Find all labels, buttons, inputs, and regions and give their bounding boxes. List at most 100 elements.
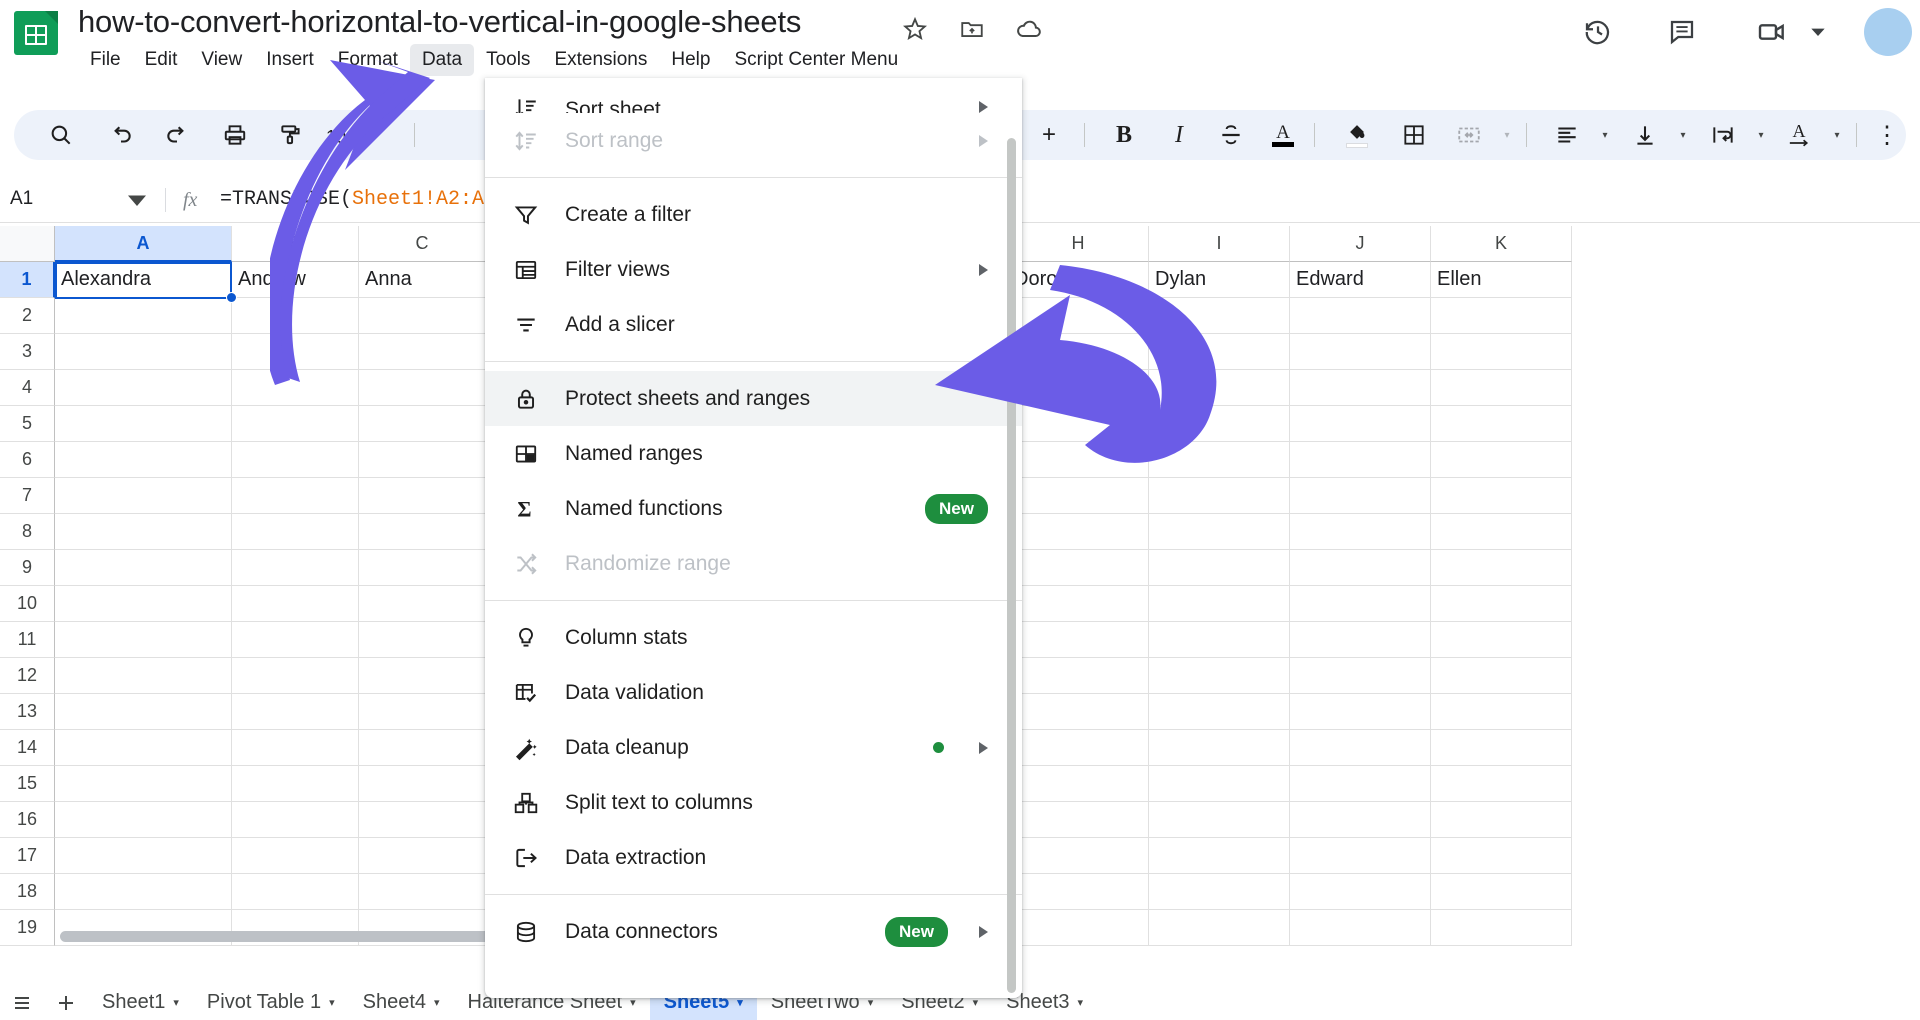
cell-K2[interactable] [1431,298,1572,334]
cell-H7[interactable] [1008,478,1149,514]
cell-J15[interactable] [1290,766,1431,802]
cell-J17[interactable] [1290,838,1431,874]
more-options-icon[interactable]: ⋮ [1872,120,1902,150]
column-header-K[interactable]: K [1431,226,1572,262]
menu-item-add-a-slicer[interactable]: Add a slicer [485,297,1022,352]
row-header-1[interactable]: 1 [0,262,55,298]
move-to-folder-icon[interactable] [955,12,989,46]
cell-C16[interactable] [359,802,486,838]
cell-A4[interactable] [55,370,232,406]
cell-I7[interactable] [1149,478,1290,514]
cell-C8[interactable] [359,514,486,550]
cell-B2[interactable] [232,298,359,334]
column-header-C[interactable]: C [359,226,486,262]
menu-extensions[interactable]: Extensions [542,44,659,76]
cell-A8[interactable] [55,514,232,550]
italic-icon[interactable]: I [1164,120,1194,150]
cell-B15[interactable] [232,766,359,802]
cell-B17[interactable] [232,838,359,874]
menu-item-named-ranges[interactable]: Named ranges [485,426,1022,481]
menu-item-filter-views[interactable]: Filter views [485,242,1022,297]
cell-H11[interactable] [1008,622,1149,658]
cell-I13[interactable] [1149,694,1290,730]
cell-A16[interactable] [55,802,232,838]
cell-K16[interactable] [1431,802,1572,838]
cell-I14[interactable] [1149,730,1290,766]
cell-J13[interactable] [1290,694,1431,730]
cell-B4[interactable] [232,370,359,406]
row-header-3[interactable]: 3 [0,334,55,370]
merge-cells-icon[interactable] [1454,120,1484,150]
cell-C11[interactable] [359,622,486,658]
search-icon[interactable] [46,120,76,150]
cell-K8[interactable] [1431,514,1572,550]
row-header-13[interactable]: 13 [0,694,55,730]
cell-I18[interactable] [1149,874,1290,910]
merge-caret-icon[interactable]: ▾ [1492,120,1522,150]
cell-I4[interactable] [1149,370,1290,406]
cell-H10[interactable] [1008,586,1149,622]
borders-icon[interactable] [1399,120,1429,150]
cell-J4[interactable] [1290,370,1431,406]
cell-J8[interactable] [1290,514,1431,550]
cell-B1[interactable]: Andrew [232,262,359,298]
add-button[interactable]: + [1034,120,1064,150]
cell-J11[interactable] [1290,622,1431,658]
column-header-A[interactable]: A [55,226,232,262]
cell-I3[interactable] [1149,334,1290,370]
cell-K18[interactable] [1431,874,1572,910]
cell-J12[interactable] [1290,658,1431,694]
row-header-18[interactable]: 18 [0,874,55,910]
cell-C6[interactable] [359,442,486,478]
cell-A2[interactable] [55,298,232,334]
cell-J7[interactable] [1290,478,1431,514]
menu-scrollbar-thumb[interactable] [1007,138,1016,993]
cell-J2[interactable] [1290,298,1431,334]
formula-input[interactable]: =TRANSPOSE(Sheet1!A2:A [220,188,484,211]
menu-edit[interactable]: Edit [133,44,190,76]
cell-H12[interactable] [1008,658,1149,694]
row-header-9[interactable]: 9 [0,550,55,586]
menu-item-column-stats[interactable]: Column stats [485,610,1022,665]
select-all-corner[interactable] [0,226,55,262]
cell-H5[interactable] [1008,406,1149,442]
cell-A1[interactable]: Alexandra [55,262,232,298]
sheet-tab-sheet4[interactable]: Sheet4 ▾ [349,985,454,1020]
sheet-tab-sheet1[interactable]: Sheet1 ▾ [88,985,193,1020]
cell-K12[interactable] [1431,658,1572,694]
cell-C12[interactable] [359,658,486,694]
menu-help[interactable]: Help [659,44,722,76]
cell-B7[interactable] [232,478,359,514]
cell-B16[interactable] [232,802,359,838]
cell-H3[interactable] [1008,334,1149,370]
name-box-caret-icon[interactable] [128,194,146,209]
cell-K3[interactable] [1431,334,1572,370]
cell-I17[interactable] [1149,838,1290,874]
menu-insert[interactable]: Insert [254,44,326,76]
menu-format[interactable]: Format [326,44,410,76]
menu-view[interactable]: View [189,44,254,76]
menu-tools[interactable]: Tools [474,44,542,76]
cell-C3[interactable] [359,334,486,370]
vertical-align-icon[interactable] [1630,120,1660,150]
cell-J18[interactable] [1290,874,1431,910]
cell-A17[interactable] [55,838,232,874]
fill-color-icon[interactable] [1342,120,1372,150]
cell-I8[interactable] [1149,514,1290,550]
document-title[interactable]: how-to-convert-horizontal-to-vertical-in… [78,4,801,40]
sheet-tab-pivot-table-1[interactable]: Pivot Table 1 ▾ [193,985,349,1020]
cell-A5[interactable] [55,406,232,442]
star-icon[interactable] [898,12,932,46]
undo-icon[interactable] [106,120,136,150]
cell-J10[interactable] [1290,586,1431,622]
text-wrap-icon[interactable] [1708,120,1738,150]
row-header-6[interactable]: 6 [0,442,55,478]
cell-B3[interactable] [232,334,359,370]
cell-B14[interactable] [232,730,359,766]
row-header-12[interactable]: 12 [0,658,55,694]
cell-H16[interactable] [1008,802,1149,838]
text-color-icon[interactable]: A [1268,120,1298,150]
add-sheet-icon[interactable] [44,985,88,1020]
cell-I12[interactable] [1149,658,1290,694]
cell-C4[interactable] [359,370,486,406]
